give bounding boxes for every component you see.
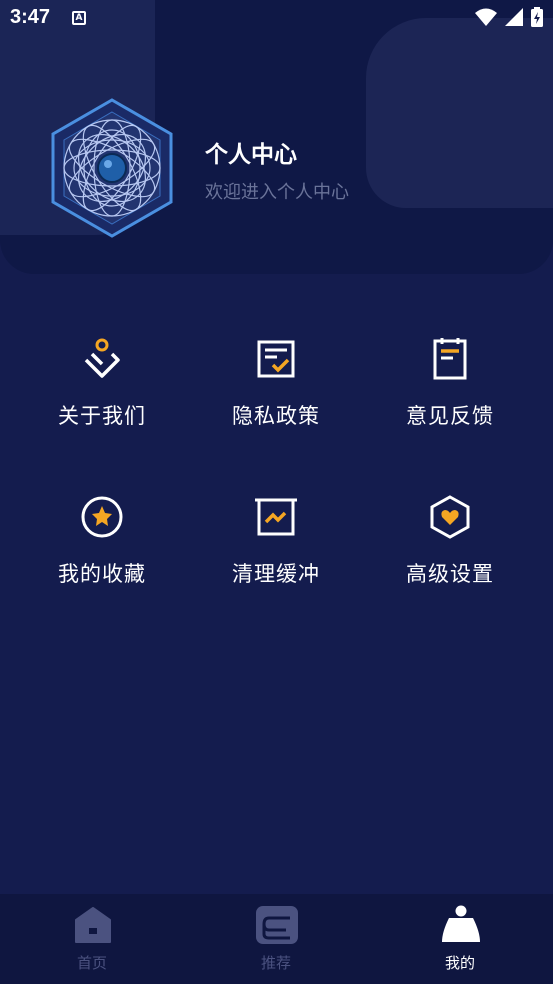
menu-item-privacy[interactable]: 隐私政策 xyxy=(186,336,366,430)
nav-label: 推荐 xyxy=(260,954,291,972)
profile-icon xyxy=(442,905,480,942)
home-icon xyxy=(75,907,111,943)
nav-label: 首页 xyxy=(76,954,107,972)
favorites-icon xyxy=(81,496,123,538)
settings-icon xyxy=(430,495,470,539)
wifi-icon xyxy=(475,8,497,26)
menu-item-label: 我的收藏 xyxy=(58,562,146,586)
page-title: 个人中心 xyxy=(205,142,297,168)
bottom-nav: 首页 推荐 我的 xyxy=(0,894,553,984)
notification-icon: A xyxy=(72,11,86,25)
nav-tab-mine[interactable]: 我的 xyxy=(368,894,552,984)
menu-item-label: 隐私政策 xyxy=(232,404,320,428)
avatar[interactable] xyxy=(50,98,174,238)
nav-tab-recommend[interactable]: 推荐 xyxy=(184,894,368,984)
signal-icon xyxy=(505,8,523,26)
battery-icon xyxy=(531,7,543,27)
menu-item-label: 清理缓冲 xyxy=(232,562,320,586)
menu-item-clear-cache[interactable]: 清理缓冲 xyxy=(186,494,366,588)
nav-tab-home[interactable]: 首页 xyxy=(0,894,184,984)
feedback-icon xyxy=(433,338,467,380)
profile-header: 个人中心 欢迎进入个人中心 xyxy=(0,0,553,274)
recommend-icon xyxy=(256,906,298,944)
menu-item-favorites[interactable]: 我的收藏 xyxy=(12,494,192,588)
menu-item-label: 意见反馈 xyxy=(406,404,494,428)
about-icon xyxy=(84,338,120,378)
menu-item-label: 关于我们 xyxy=(58,404,146,428)
nav-label: 我的 xyxy=(444,954,475,972)
menu-item-about[interactable]: 关于我们 xyxy=(12,336,192,430)
privacy-icon xyxy=(257,340,295,378)
menu-item-feedback[interactable]: 意见反馈 xyxy=(360,336,540,430)
status-icons xyxy=(475,7,543,27)
clear-cache-icon xyxy=(255,498,297,536)
menu-item-settings[interactable]: 高级设置 xyxy=(360,494,540,588)
menu-item-label: 高级设置 xyxy=(406,562,494,586)
status-bar: 3:47 A xyxy=(0,0,553,36)
status-time: 3:47 xyxy=(10,6,51,28)
header-decoration-right xyxy=(366,18,553,208)
page-subtitle: 欢迎进入个人中心 xyxy=(205,182,349,203)
